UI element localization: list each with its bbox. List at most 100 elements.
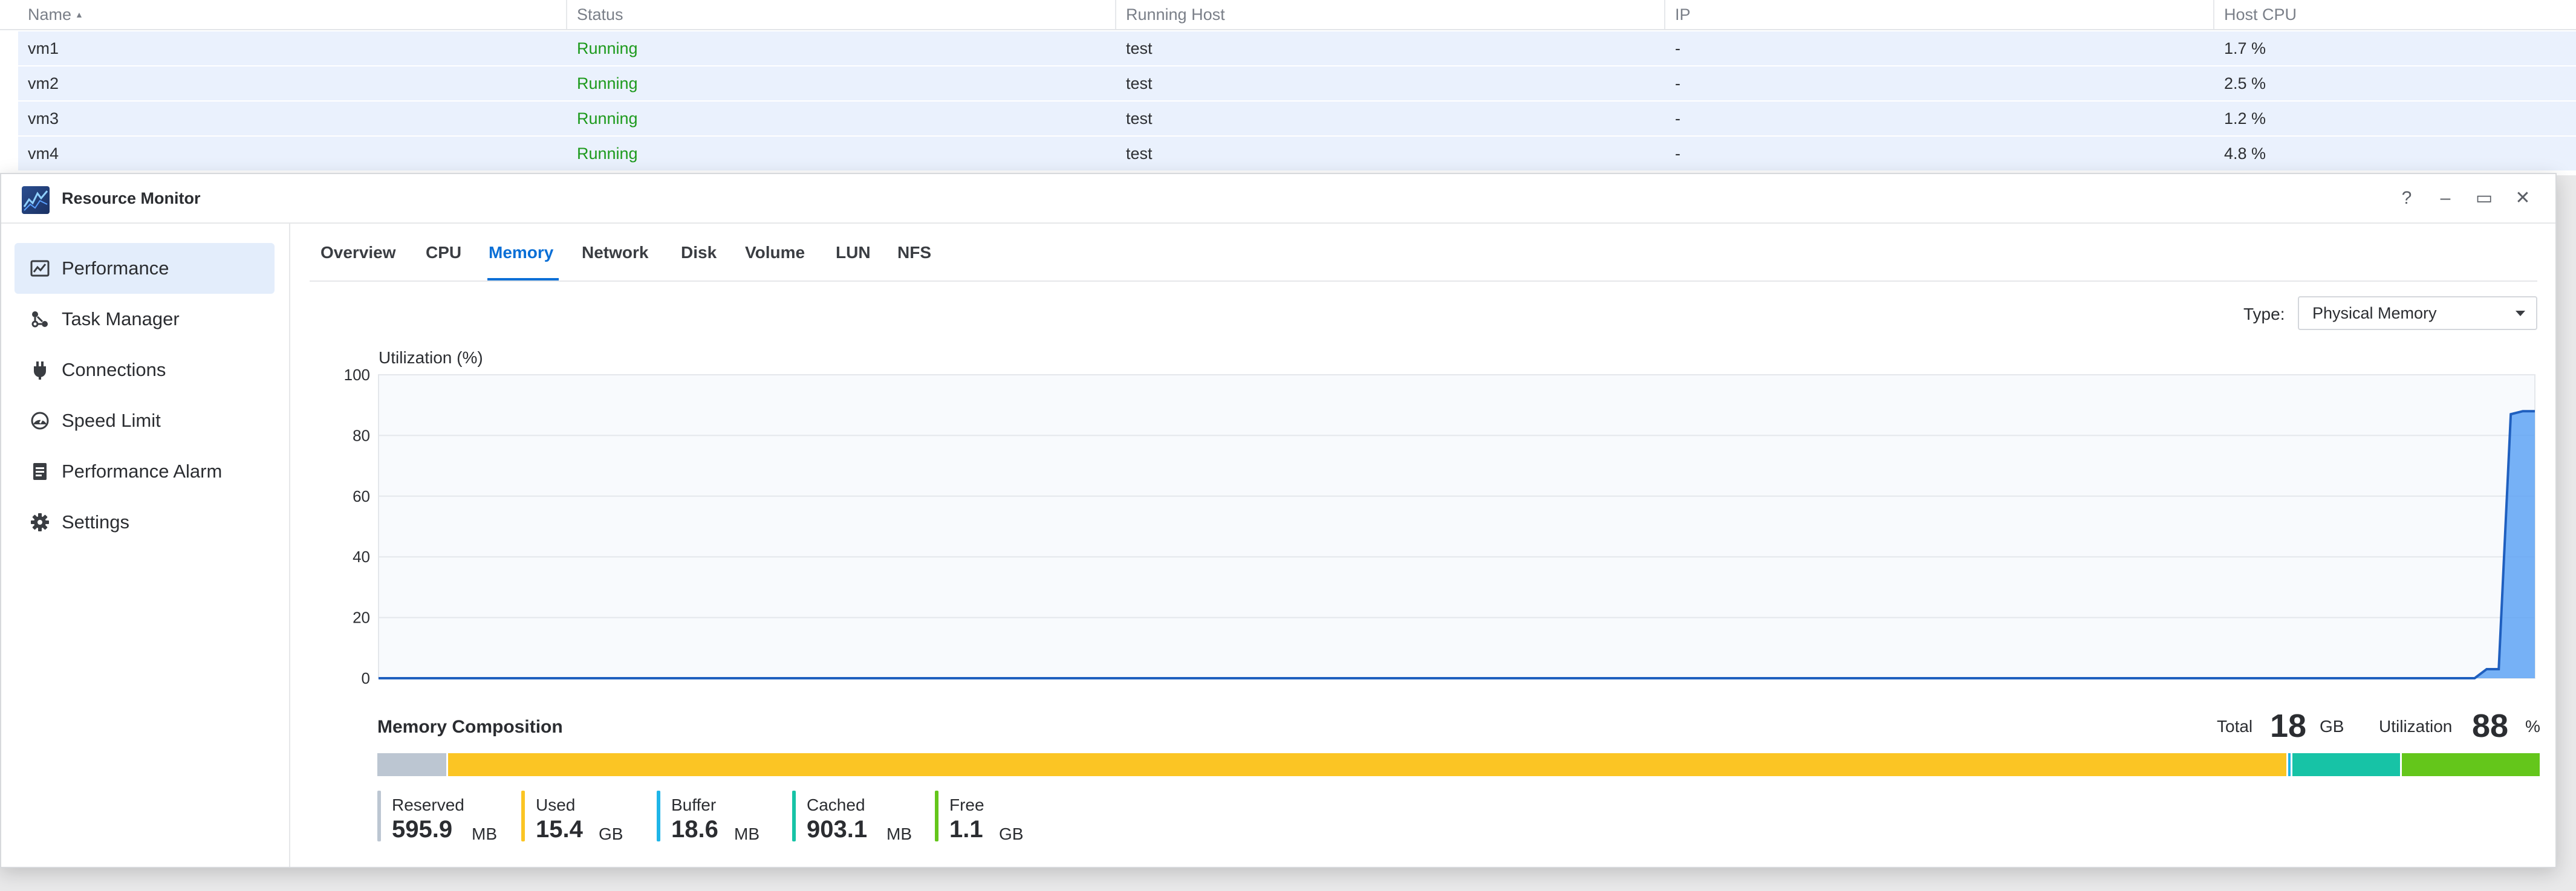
plug-icon: [34, 361, 46, 380]
sidebar-item-label: Settings: [62, 511, 130, 533]
sidebar-item-connections[interactable]: Connections: [15, 345, 275, 395]
legend-unit: MB: [886, 825, 912, 843]
legend-name: Reserved: [392, 795, 464, 814]
legend-unit: GB: [999, 825, 1024, 843]
tab-disk[interactable]: Disk: [681, 224, 717, 282]
vm-name: vm3: [28, 109, 59, 128]
gear-icon: [31, 513, 49, 531]
sort-ascending-icon: ▲: [75, 10, 83, 19]
legend-color-swatch: [521, 791, 525, 841]
table-row[interactable]: vm4 Running test - 4.8 %: [18, 137, 2576, 172]
vm-table: Name ▲ Status Running Host IP Host CPU vm…: [0, 0, 2576, 175]
legend-color-swatch: [657, 791, 660, 841]
sidebar: Performance Task Manager Connections Spe…: [1, 224, 290, 867]
vm-status: Running: [577, 74, 638, 92]
tab-divider: [310, 280, 2537, 282]
legend-unit: GB: [599, 825, 623, 843]
legend-value: 1.1: [949, 816, 983, 843]
column-divider: [1664, 0, 1665, 29]
window-titlebar[interactable]: Resource Monitor ? – ▭ ✕: [1, 174, 2555, 224]
tab-cpu[interactable]: CPU: [426, 224, 461, 282]
memory-composition-title: Memory Composition: [377, 717, 563, 737]
close-icon[interactable]: ✕: [2511, 186, 2535, 210]
chart-plot-area: [378, 374, 2535, 679]
vm-host-cpu: 4.8 %: [2224, 144, 2266, 163]
tab-network[interactable]: Network: [582, 224, 648, 282]
vm-host-cpu: 2.5 %: [2224, 74, 2266, 92]
type-label: Type:: [2243, 305, 2285, 323]
column-header-name[interactable]: Name ▲: [28, 0, 83, 29]
legend-unit: MB: [734, 825, 759, 843]
column-divider: [566, 0, 567, 29]
y-tick-label: 0: [362, 669, 370, 687]
help-icon[interactable]: ?: [2395, 186, 2419, 210]
legend-name: Cached: [807, 795, 865, 814]
legend-name: Free: [949, 795, 984, 814]
table-row[interactable]: vm2 Running test - 2.5 %: [18, 66, 2576, 102]
y-tick-label: 40: [353, 548, 370, 566]
tab-volume[interactable]: Volume: [745, 224, 805, 282]
sidebar-item-task-manager[interactable]: Task Manager: [15, 294, 275, 345]
vm-ip: -: [1675, 74, 1680, 92]
tab-lun[interactable]: LUN: [836, 224, 871, 282]
composition-segment-used: [446, 753, 2287, 776]
tab-nfs[interactable]: NFS: [897, 224, 931, 282]
memory-type-select[interactable]: Physical Memory: [2298, 296, 2537, 330]
vm-host: test: [1126, 74, 1153, 92]
legend-color-swatch: [377, 791, 381, 841]
vm-ip: -: [1675, 109, 1680, 128]
vm-host: test: [1126, 144, 1153, 163]
column-header-running-host[interactable]: Running Host: [1126, 0, 1225, 29]
tab-memory[interactable]: Memory: [489, 224, 553, 282]
composition-segment-cached: [2290, 753, 2400, 776]
legend-value: 903.1: [807, 816, 868, 843]
total-memory-value: 18: [2270, 708, 2307, 744]
vm-ip: -: [1675, 144, 1680, 163]
composition-segment-reserved: [377, 753, 447, 776]
legend-name: Buffer: [671, 795, 717, 814]
composition-segment-free: [2399, 753, 2540, 776]
legend-value: 15.4: [536, 816, 583, 843]
vm-status: Running: [577, 109, 638, 128]
vm-name: vm2: [28, 74, 59, 92]
type-select-value: Physical Memory: [2312, 304, 2437, 322]
sidebar-item-performance-alarm[interactable]: Performance Alarm: [15, 446, 275, 497]
sidebar-item-label: Performance Alarm: [62, 461, 223, 482]
memory-composition-bar: [377, 753, 2540, 776]
chart-y-axis-label: Utilization (%): [379, 348, 483, 367]
total-label: Total: [2217, 717, 2253, 736]
maximize-icon[interactable]: ▭: [2472, 186, 2496, 210]
legend-value: 595.9: [392, 816, 453, 843]
chevron-down-icon: [2516, 311, 2525, 316]
sidebar-item-label: Task Manager: [62, 308, 180, 329]
y-tick-label: 20: [353, 609, 370, 627]
vm-table-header: Name ▲ Status Running Host IP Host CPU: [0, 0, 2576, 30]
tab-bar: Overview CPU Memory Network Disk Volume …: [290, 224, 2555, 282]
utilization-unit: %: [2525, 717, 2540, 736]
vm-host: test: [1126, 109, 1153, 128]
vm-ip: -: [1675, 39, 1680, 57]
resource-monitor-app-icon: [22, 186, 50, 214]
column-divider: [2213, 0, 2214, 29]
minimize-icon[interactable]: –: [2433, 186, 2457, 210]
sidebar-item-speed-limit[interactable]: Speed Limit: [15, 395, 275, 446]
legend-unit: MB: [472, 825, 497, 843]
sidebar-item-performance[interactable]: Performance: [15, 243, 275, 294]
performance-chart-icon: [30, 260, 50, 277]
vm-host-cpu: 1.2 %: [2224, 109, 2266, 128]
tab-overview[interactable]: Overview: [320, 224, 396, 282]
column-header-ip[interactable]: IP: [1675, 0, 1691, 29]
table-row[interactable]: vm1 Running test - 1.7 %: [18, 31, 2576, 66]
alarm-clipboard-icon: [33, 463, 47, 480]
column-header-host-cpu[interactable]: Host CPU: [2224, 0, 2297, 29]
sidebar-item-settings[interactable]: Settings: [15, 497, 275, 548]
column-header-status[interactable]: Status: [577, 0, 623, 29]
table-row[interactable]: vm3 Running test - 1.2 %: [18, 102, 2576, 137]
sidebar-item-label: Speed Limit: [62, 410, 161, 431]
y-tick-label: 100: [344, 366, 370, 384]
utilization-value: 88: [2472, 708, 2509, 744]
column-divider: [1115, 0, 1116, 29]
vm-name: vm4: [28, 144, 59, 163]
vm-status: Running: [577, 144, 638, 163]
vm-name: vm1: [28, 39, 59, 57]
